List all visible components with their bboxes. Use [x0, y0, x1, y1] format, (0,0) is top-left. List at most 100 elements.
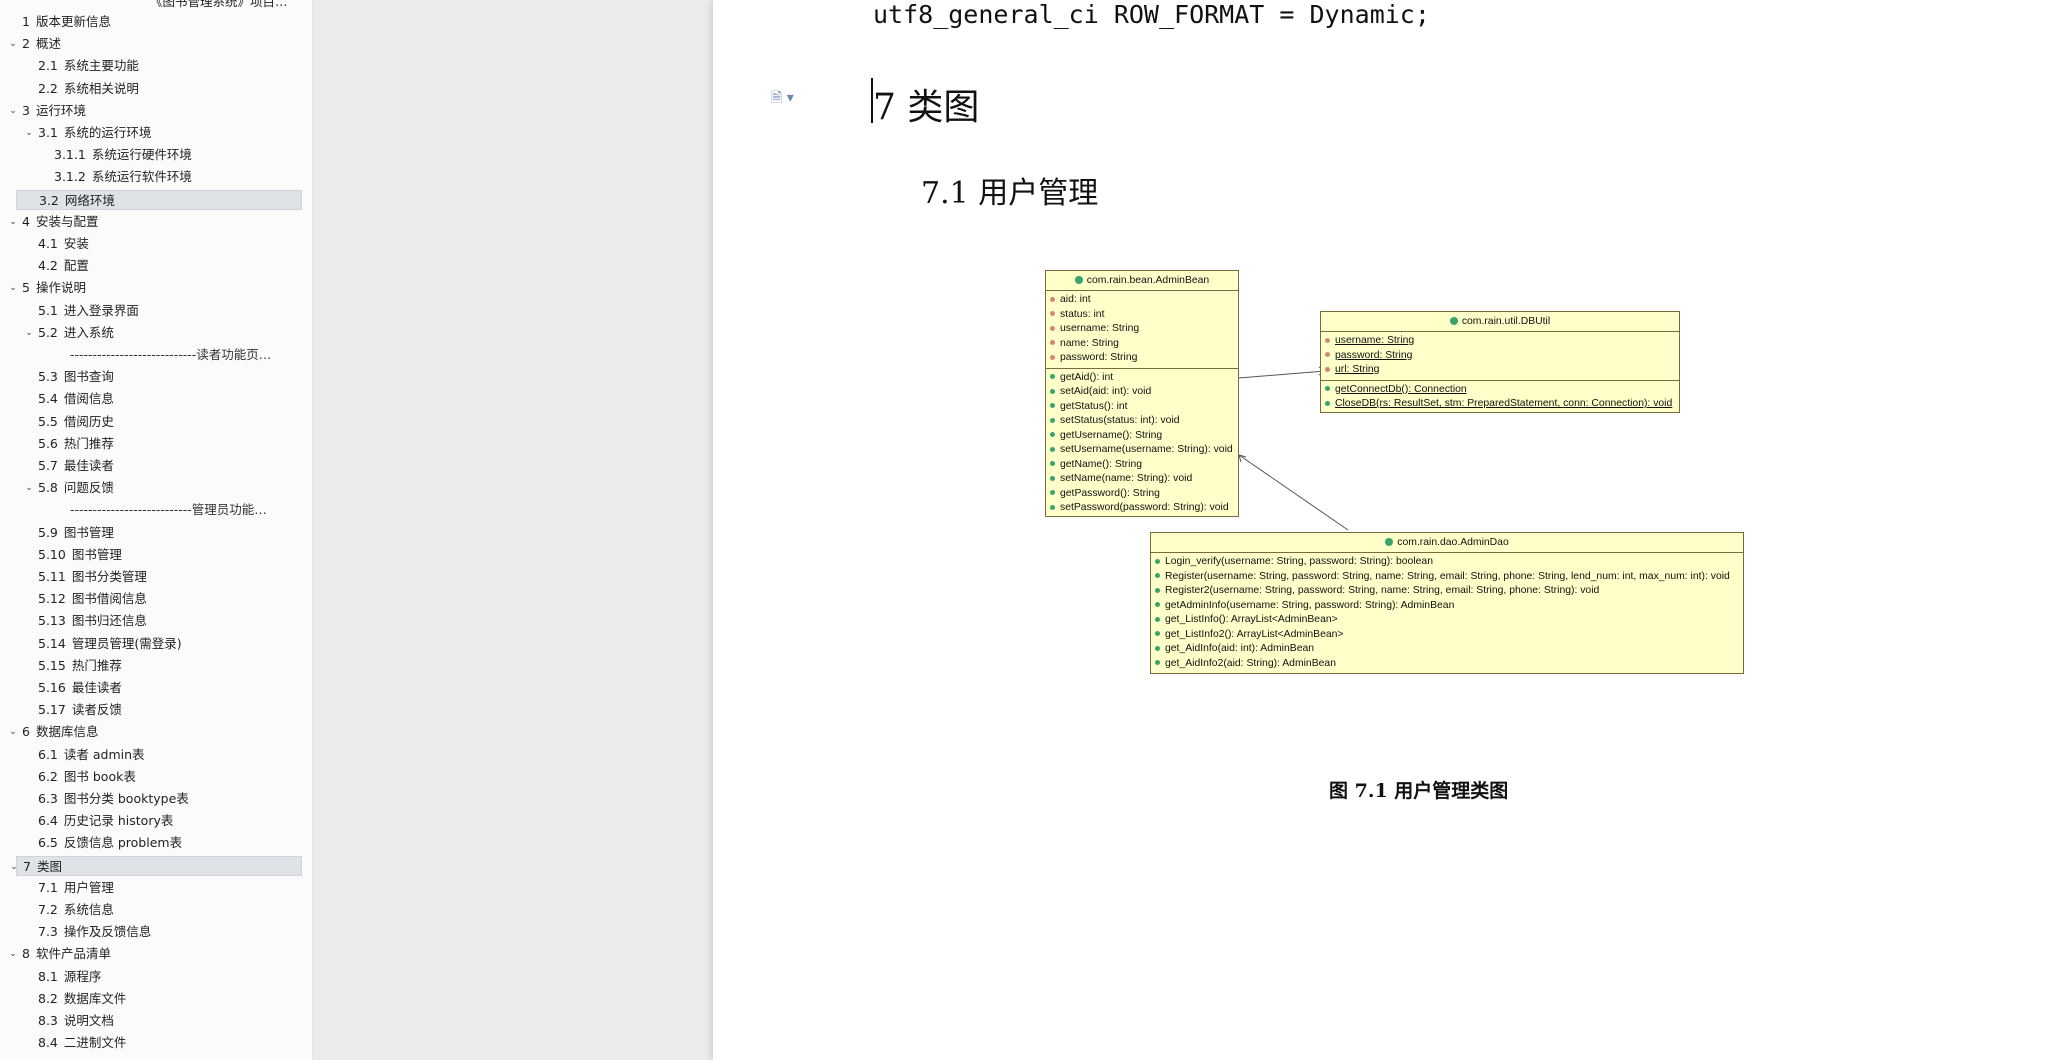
nav-item[interactable]: 6.5 反馈信息 problem表 [0, 833, 300, 853]
nav-item[interactable]: ⌄ 5.2 进入系统 [0, 323, 300, 343]
nav-item-label: 进入登录界面 [63, 303, 139, 318]
field-icon [1050, 340, 1055, 346]
nav-item[interactable]: 8.4 二进制文件 [0, 1033, 300, 1053]
method-icon [1325, 386, 1330, 392]
nav-item[interactable]: 7.3 操作及反馈信息 [0, 922, 300, 942]
nav-item[interactable]: ⌄ 5 操作说明 [0, 278, 300, 298]
chevron-down-icon[interactable]: ⌄ [6, 722, 20, 742]
nav-item[interactable]: 5.11 图书分类管理 [0, 567, 300, 587]
nav-item-label: 类图 [36, 859, 62, 874]
nav-top-partial[interactable]: 《图书管理系统》项目… [150, 0, 288, 12]
nav-item-number: 5 [22, 280, 30, 295]
nav-item-label: 系统的运行环境 [63, 125, 152, 140]
nav-item[interactable]: 3.1.2 系统运行软件环境 [0, 167, 300, 187]
nav-item-number: 6 [22, 724, 30, 739]
nav-item[interactable]: 6.2 图书 book表 [0, 767, 300, 787]
nav-item-text: 5.13 图书归还信息 [38, 611, 147, 631]
nav-item-label: 借阅信息 [63, 391, 114, 406]
nav-item[interactable]: ----------------------------读者功能页… [0, 345, 300, 365]
nav-item-text: 7 类图 [23, 857, 62, 877]
chevron-down-icon[interactable]: ⌄ [22, 323, 36, 343]
nav-item[interactable]: 5.15 热门推荐 [0, 656, 300, 676]
nav-item[interactable]: 7.1 用户管理 [0, 878, 300, 898]
nav-item-number: 6.5 [38, 835, 58, 850]
method-icon [1155, 587, 1160, 593]
method-icon [1050, 490, 1055, 496]
nav-item[interactable]: 3.2 网络环境 [16, 190, 302, 210]
method-text: getAid(): int [1060, 371, 1114, 383]
field-icon [1325, 366, 1330, 372]
nav-item[interactable]: 5.4 借阅信息 [0, 389, 300, 409]
nav-item[interactable]: 8.1 源程序 [0, 967, 300, 987]
nav-item-number: 5.5 [38, 414, 58, 429]
nav-item[interactable]: 4.1 安装 [0, 234, 300, 254]
nav-item[interactable]: 4.2 配置 [0, 256, 300, 276]
nav-item[interactable]: 8.2 数据库文件 [0, 989, 300, 1009]
nav-item[interactable]: 5.5 借阅历史 [0, 412, 300, 432]
nav-item[interactable]: ⌄ 5.8 问题反馈 [0, 478, 300, 498]
nav-item[interactable]: 5.9 图书管理 [0, 523, 300, 543]
nav-item-label: 图书分类 booktype表 [63, 791, 189, 806]
nav-item[interactable]: ⌄ 8 软件产品清单 [0, 944, 300, 964]
chevron-down-icon[interactable]: ⌄ [22, 123, 36, 143]
chevron-down-icon[interactable]: ⌄ [6, 278, 20, 298]
document-page[interactable]: utf8_general_ci ROW_FORMAT = Dynamic; 🗎 … [713, 0, 2051, 1060]
method-icon [1050, 432, 1055, 438]
nav-item[interactable]: 8.3 说明文档 [0, 1011, 300, 1031]
chevron-down-icon[interactable]: ⌄ [22, 478, 36, 498]
document-icon[interactable]: 🗎 ▾ [771, 87, 794, 111]
nav-item[interactable]: 5.3 图书查询 [0, 367, 300, 387]
class-icon [1449, 317, 1458, 326]
method-text: setAid(aid: int): void [1060, 386, 1152, 397]
nav-item[interactable]: ⌄ 4 安装与配置 [0, 212, 300, 232]
nav-item[interactable]: 3.1.1 系统运行硬件环境 [0, 145, 300, 165]
nav-item[interactable]: 7.2 系统信息 [0, 900, 300, 920]
nav-item[interactable]: ⌄ 6 数据库信息 [0, 722, 300, 742]
nav-item-label: 图书管理 [63, 525, 114, 540]
nav-item[interactable]: 5.17 读者反馈 [0, 700, 300, 720]
method-text: Register(username: String, password: Str… [1165, 570, 1730, 582]
nav-item[interactable]: 2.2 系统相关说明 [0, 79, 300, 99]
nav-item[interactable]: ⌄ 2 概述 [0, 34, 300, 54]
nav-item[interactable]: 5.14 管理员管理(需登录) [0, 634, 300, 654]
nav-item-text: 3.1 系统的运行环境 [38, 123, 151, 143]
nav-item[interactable]: 5.6 热门推荐 [0, 434, 300, 454]
nav-item-label: 配置 [63, 258, 89, 273]
uml-field: aid: int [1046, 293, 1238, 308]
nav-item-label: 系统相关说明 [63, 81, 139, 96]
uml-method: CloseDB(rs: ResultSet, stm: PreparedStat… [1321, 397, 1679, 412]
nav-item[interactable]: 6.1 读者 admin表 [0, 745, 300, 765]
nav-item-label: 图书 book表 [63, 769, 136, 784]
nav-item-number: 5.14 [38, 636, 66, 651]
chevron-down-icon[interactable]: ⌄ [6, 212, 20, 232]
nav-item[interactable]: 5.16 最佳读者 [0, 678, 300, 698]
nav-item[interactable]: 6.4 历史记录 history表 [0, 811, 300, 831]
nav-item-number: 8.3 [38, 1013, 58, 1028]
nav-item[interactable]: 5.1 进入登录界面 [0, 301, 300, 321]
nav-item[interactable]: ⌄ 7 类图 [10, 856, 302, 877]
nav-item[interactable]: ⌄ 3 运行环境 [0, 101, 300, 121]
nav-item[interactable]: 5.10 图书管理 [0, 545, 300, 565]
uml-field: url: String [1321, 363, 1679, 378]
nav-item[interactable]: ---------------------------管理员功能… [0, 500, 300, 520]
nav-item[interactable]: 2.1 系统主要功能 [0, 56, 300, 76]
nav-item[interactable]: 5.12 图书借阅信息 [0, 589, 300, 609]
chevron-down-icon[interactable]: ⌄ [7, 857, 21, 877]
nav-item[interactable]: 5.13 图书归还信息 [0, 611, 300, 631]
chevron-down-icon[interactable]: ⌄ [6, 944, 20, 964]
method-icon [1155, 631, 1160, 637]
nav-item-label: 网络环境 [64, 193, 115, 208]
arrowhead-bean [1238, 454, 1247, 463]
nav-item[interactable]: 5.7 最佳读者 [0, 456, 300, 476]
nav-item-label: 系统主要功能 [63, 58, 139, 73]
method-text: getPassword(): String [1060, 487, 1160, 499]
nav-item[interactable]: 1 版本更新信息 [0, 12, 300, 32]
nav-item-number: 8.1 [38, 969, 58, 984]
nav-item-number: 5.13 [38, 613, 66, 628]
field-text: name: String [1060, 337, 1119, 349]
chevron-down-icon[interactable]: ⌄ [6, 34, 20, 54]
nav-item[interactable]: 6.3 图书分类 booktype表 [0, 789, 300, 809]
chevron-down-icon[interactable]: ⌄ [6, 101, 20, 121]
nav-item[interactable]: ⌄ 3.1 系统的运行环境 [0, 123, 300, 143]
nav-item-text: 2.2 系统相关说明 [38, 79, 139, 99]
